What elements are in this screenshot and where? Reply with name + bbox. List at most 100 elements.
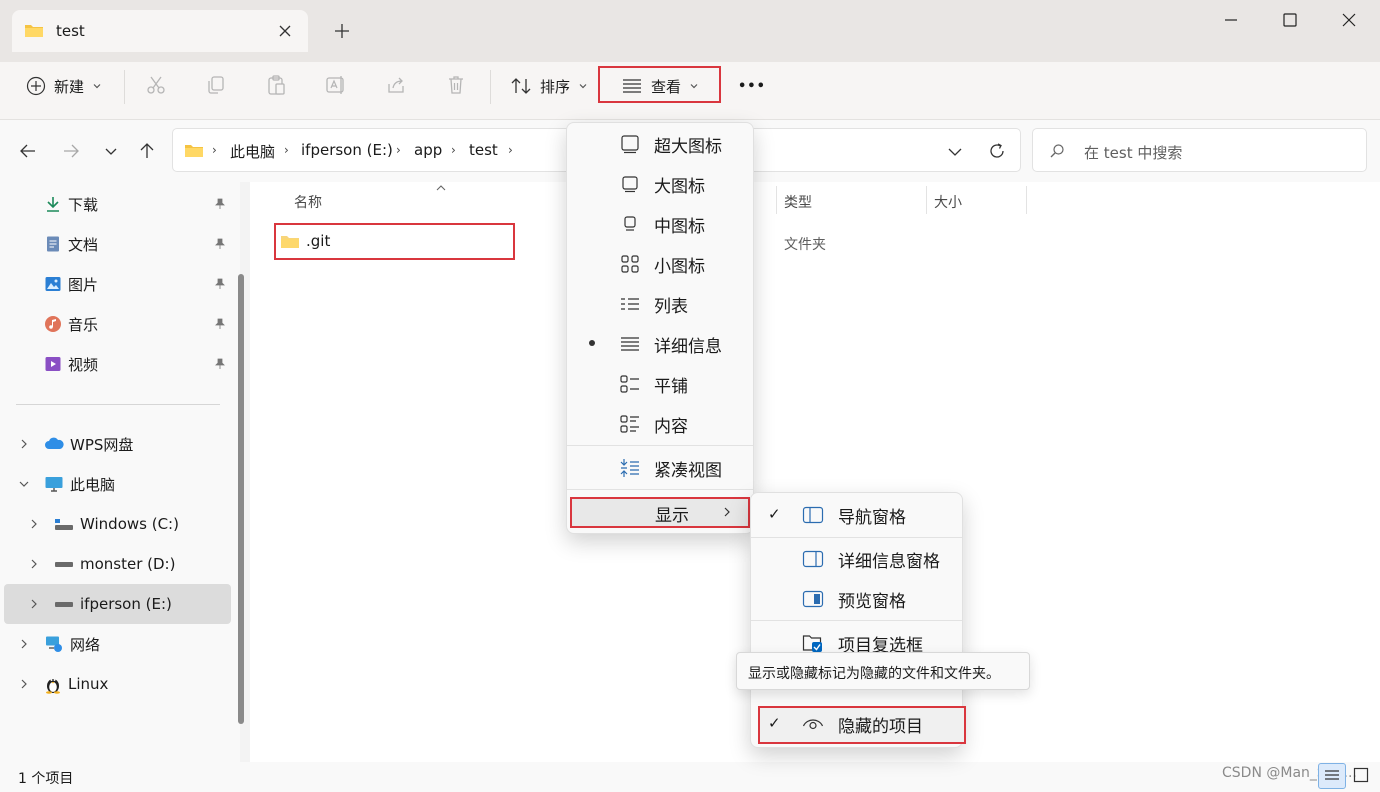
menu-item-compact-view[interactable]: 紧凑视图 xyxy=(620,454,722,482)
search-input[interactable] xyxy=(1032,128,1367,172)
tiles-icon xyxy=(620,375,639,393)
menu-item-show-label: 显示 xyxy=(655,506,689,526)
status-bar xyxy=(0,762,1380,792)
chevron-down-icon xyxy=(690,84,698,89)
column-header-name[interactable]: 名称 xyxy=(294,192,322,212)
back-icon[interactable] xyxy=(18,141,38,161)
preview-pane-icon xyxy=(802,590,824,608)
expand-chevron-icon[interactable] xyxy=(28,558,40,570)
expand-chevron-icon[interactable] xyxy=(28,518,40,530)
sidebar-item-network[interactable]: 网络 xyxy=(44,632,100,656)
breadcrumb-this-pc[interactable]: 此电脑 xyxy=(230,141,275,162)
submenu-item-navigation-pane[interactable]: 导航窗格 xyxy=(802,501,906,529)
file-row-name[interactable]: .git xyxy=(306,232,330,250)
column-divider[interactable] xyxy=(776,186,777,214)
sidebar-item-label: Linux xyxy=(68,675,109,693)
column-divider[interactable] xyxy=(926,186,927,214)
sidebar-item-linux[interactable]: Linux xyxy=(44,672,108,696)
list-icon xyxy=(621,298,639,310)
collapse-chevron-icon[interactable] xyxy=(18,478,30,490)
menu-item-label: 超大图标 xyxy=(654,136,722,157)
menu-item-details[interactable]: 详细信息 xyxy=(620,330,722,358)
sidebar-item-videos[interactable]: 视频 xyxy=(44,352,98,376)
sort-button[interactable]: 排序 xyxy=(510,72,588,100)
details-view-toggle[interactable] xyxy=(1318,763,1346,789)
sidebar-scrollbar[interactable] xyxy=(238,274,244,724)
eye-icon xyxy=(802,719,824,730)
forward-icon[interactable] xyxy=(61,141,81,161)
delete-icon[interactable] xyxy=(445,74,467,96)
up-icon[interactable] xyxy=(137,141,157,161)
sidebar-item-drive-c[interactable]: Windows (C:) xyxy=(54,512,179,536)
menu-item-large-icons[interactable]: 大图标 xyxy=(620,170,705,198)
sidebar-item-downloads[interactable]: 下载 xyxy=(44,192,98,216)
compact-view-icon xyxy=(620,459,639,477)
sort-button-label: 排序 xyxy=(540,77,571,96)
new-button[interactable]: 新建 xyxy=(26,72,102,100)
column-header-size[interactable]: 大小 xyxy=(934,192,962,212)
navigation-pane xyxy=(0,182,240,762)
submenu-item-preview-pane[interactable]: 预览窗格 xyxy=(802,585,906,613)
menu-item-tiles[interactable]: 平铺 xyxy=(620,370,688,398)
pin-icon[interactable] xyxy=(214,198,226,210)
recent-locations-icon[interactable] xyxy=(101,141,121,161)
sidebar-item-documents[interactable]: 文档 xyxy=(44,232,98,256)
expand-chevron-icon[interactable] xyxy=(18,638,30,650)
sidebar-item-music[interactable]: 音乐 xyxy=(44,312,98,336)
view-button[interactable]: 查看 xyxy=(621,72,699,100)
rename-icon[interactable] xyxy=(325,74,347,96)
copy-icon[interactable] xyxy=(205,74,227,96)
breadcrumb-drive[interactable]: ifperson (E:) xyxy=(301,141,393,159)
sidebar-item-wps-cloud[interactable]: WPS网盘 xyxy=(44,432,133,456)
sidebar-item-drive-d[interactable]: monster (D:) xyxy=(54,552,175,576)
menu-item-label: 中图标 xyxy=(654,216,705,237)
close-tab-icon[interactable] xyxy=(276,22,294,40)
toolbar-divider xyxy=(124,70,125,104)
menu-item-content[interactable]: 内容 xyxy=(620,410,688,438)
sidebar-item-label: 文档 xyxy=(68,235,99,254)
sidebar-item-label: 视频 xyxy=(68,355,99,374)
picture-icon xyxy=(45,277,61,291)
sidebar-item-label: monster (D:) xyxy=(80,555,176,573)
sidebar-divider xyxy=(16,404,220,405)
cut-icon[interactable] xyxy=(145,74,167,96)
pin-icon[interactable] xyxy=(214,318,226,330)
menu-item-medium-icons[interactable]: 中图标 xyxy=(620,210,705,238)
expand-chevron-icon[interactable] xyxy=(18,438,30,450)
submenu-item-hidden-items[interactable]: 隐藏的项目 xyxy=(802,710,923,738)
submenu-item-details-pane[interactable]: 详细信息窗格 xyxy=(802,545,940,573)
pin-icon[interactable] xyxy=(214,278,226,290)
sidebar-item-drive-e[interactable]: ifperson (E:) xyxy=(54,592,172,616)
menu-item-list[interactable]: 列表 xyxy=(620,290,688,318)
maximize-icon[interactable] xyxy=(1280,10,1300,30)
toolbar-divider xyxy=(490,70,491,104)
chevron-right-icon xyxy=(722,506,732,518)
sidebar-item-this-pc[interactable]: 此电脑 xyxy=(44,472,115,496)
new-tab-button[interactable] xyxy=(333,22,351,40)
sidebar-item-label: 此电脑 xyxy=(70,475,116,494)
expand-chevron-icon[interactable] xyxy=(28,598,40,610)
column-header-type[interactable]: 类型 xyxy=(784,192,812,212)
breadcrumb-test[interactable]: test xyxy=(469,141,498,159)
navigation-pane-icon xyxy=(802,506,824,524)
column-divider[interactable] xyxy=(1026,186,1027,214)
drive-icon xyxy=(55,519,73,530)
chevron-down-icon xyxy=(579,84,587,89)
close-window-icon[interactable] xyxy=(1339,10,1359,30)
more-options-button[interactable]: ••• xyxy=(738,72,766,100)
share-icon[interactable] xyxy=(385,74,407,96)
breadcrumb-app[interactable]: app xyxy=(414,141,442,159)
menu-item-extra-large-icons[interactable]: 超大图标 xyxy=(620,130,722,158)
pin-icon[interactable] xyxy=(214,358,226,370)
menu-item-small-icons[interactable]: 小图标 xyxy=(620,250,705,278)
drive-icon xyxy=(55,562,73,567)
minimize-icon[interactable] xyxy=(1221,10,1241,30)
paste-icon[interactable] xyxy=(265,74,287,96)
expand-chevron-icon[interactable] xyxy=(18,678,30,690)
pin-icon[interactable] xyxy=(214,238,226,250)
sidebar-item-pictures[interactable]: 图片 xyxy=(44,272,98,296)
cloud-icon xyxy=(45,437,64,449)
large-icons-view-toggle[interactable] xyxy=(1353,767,1369,783)
address-history-icon[interactable] xyxy=(945,141,965,161)
refresh-icon[interactable] xyxy=(987,141,1007,161)
